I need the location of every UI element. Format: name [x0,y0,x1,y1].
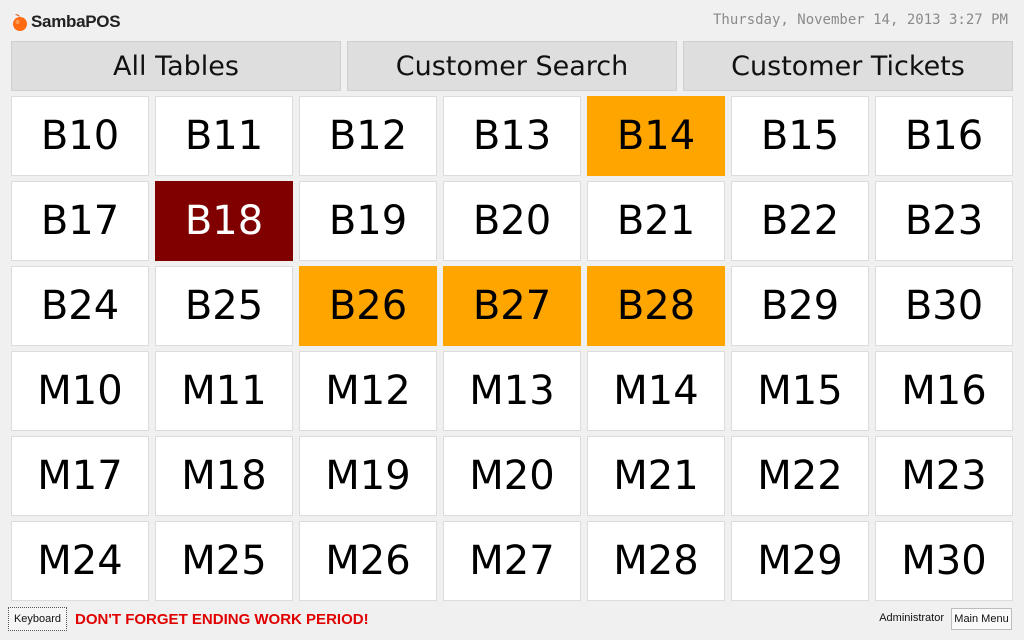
table-button-m10[interactable]: M10 [11,351,149,431]
table-button-b22[interactable]: B22 [731,181,869,261]
app-logo: SambaPOS [10,10,121,34]
table-button-b18[interactable]: B18 [155,181,293,261]
table-button-b20[interactable]: B20 [443,181,581,261]
tab-customer-tickets[interactable]: Customer Tickets [683,41,1013,91]
work-period-warning: DON'T FORGET ENDING WORK PERIOD! [75,611,369,628]
table-button-m19[interactable]: M19 [299,436,437,516]
table-button-m17[interactable]: M17 [11,436,149,516]
table-button-b30[interactable]: B30 [875,266,1013,346]
header: SambaPOS Thursday, November 14, 2013 3:2… [0,0,1024,40]
table-button-m11[interactable]: M11 [155,351,293,431]
table-button-m30[interactable]: M30 [875,521,1013,601]
table-button-b24[interactable]: B24 [11,266,149,346]
table-button-b15[interactable]: B15 [731,96,869,176]
orange-logo-icon [13,14,27,31]
tab-customer-search[interactable]: Customer Search [347,41,677,91]
table-button-b28[interactable]: B28 [587,266,725,346]
table-button-b23[interactable]: B23 [875,181,1013,261]
footer: Keyboard DON'T FORGET ENDING WORK PERIOD… [0,604,1024,640]
table-button-b27[interactable]: B27 [443,266,581,346]
table-button-m13[interactable]: M13 [443,351,581,431]
navigation-tabs: All Tables Customer Search Customer Tick… [11,41,1014,91]
table-button-m14[interactable]: M14 [587,351,725,431]
table-button-m27[interactable]: M27 [443,521,581,601]
table-button-b13[interactable]: B13 [443,96,581,176]
table-button-m15[interactable]: M15 [731,351,869,431]
table-button-m21[interactable]: M21 [587,436,725,516]
table-button-b19[interactable]: B19 [299,181,437,261]
table-button-b12[interactable]: B12 [299,96,437,176]
table-button-m26[interactable]: M26 [299,521,437,601]
table-button-m12[interactable]: M12 [299,351,437,431]
table-button-m23[interactable]: M23 [875,436,1013,516]
table-button-b10[interactable]: B10 [11,96,149,176]
datetime-display: Thursday, November 14, 2013 3:27 PM [712,12,1008,28]
table-grid: B10 B11 B12 B13 B14 B15 B16 B17 B18 B19 B20 B21 B22 B… [11,96,1014,604]
table-button-b14[interactable]: B14 [587,96,725,176]
table-button-b25[interactable]: B25 [155,266,293,346]
table-button-m29[interactable]: M29 [731,521,869,601]
table-button-m22[interactable]: M22 [731,436,869,516]
table-button-b21[interactable]: B21 [587,181,725,261]
tab-all-tables[interactable]: All Tables [11,41,341,91]
main-menu-button[interactable]: Main Menu [951,608,1012,630]
table-button-m24[interactable]: M24 [11,521,149,601]
table-button-b26[interactable]: B26 [299,266,437,346]
table-button-m16[interactable]: M16 [875,351,1013,431]
table-button-m25[interactable]: M25 [155,521,293,601]
app-name: SambaPOS [31,12,121,31]
table-button-m18[interactable]: M18 [155,436,293,516]
table-button-m20[interactable]: M20 [443,436,581,516]
table-button-m28[interactable]: M28 [587,521,725,601]
table-button-b11[interactable]: B11 [155,96,293,176]
keyboard-button[interactable]: Keyboard [8,607,67,631]
logged-in-user: Administrator [879,612,944,624]
table-button-b16[interactable]: B16 [875,96,1013,176]
table-button-b17[interactable]: B17 [11,181,149,261]
table-button-b29[interactable]: B29 [731,266,869,346]
